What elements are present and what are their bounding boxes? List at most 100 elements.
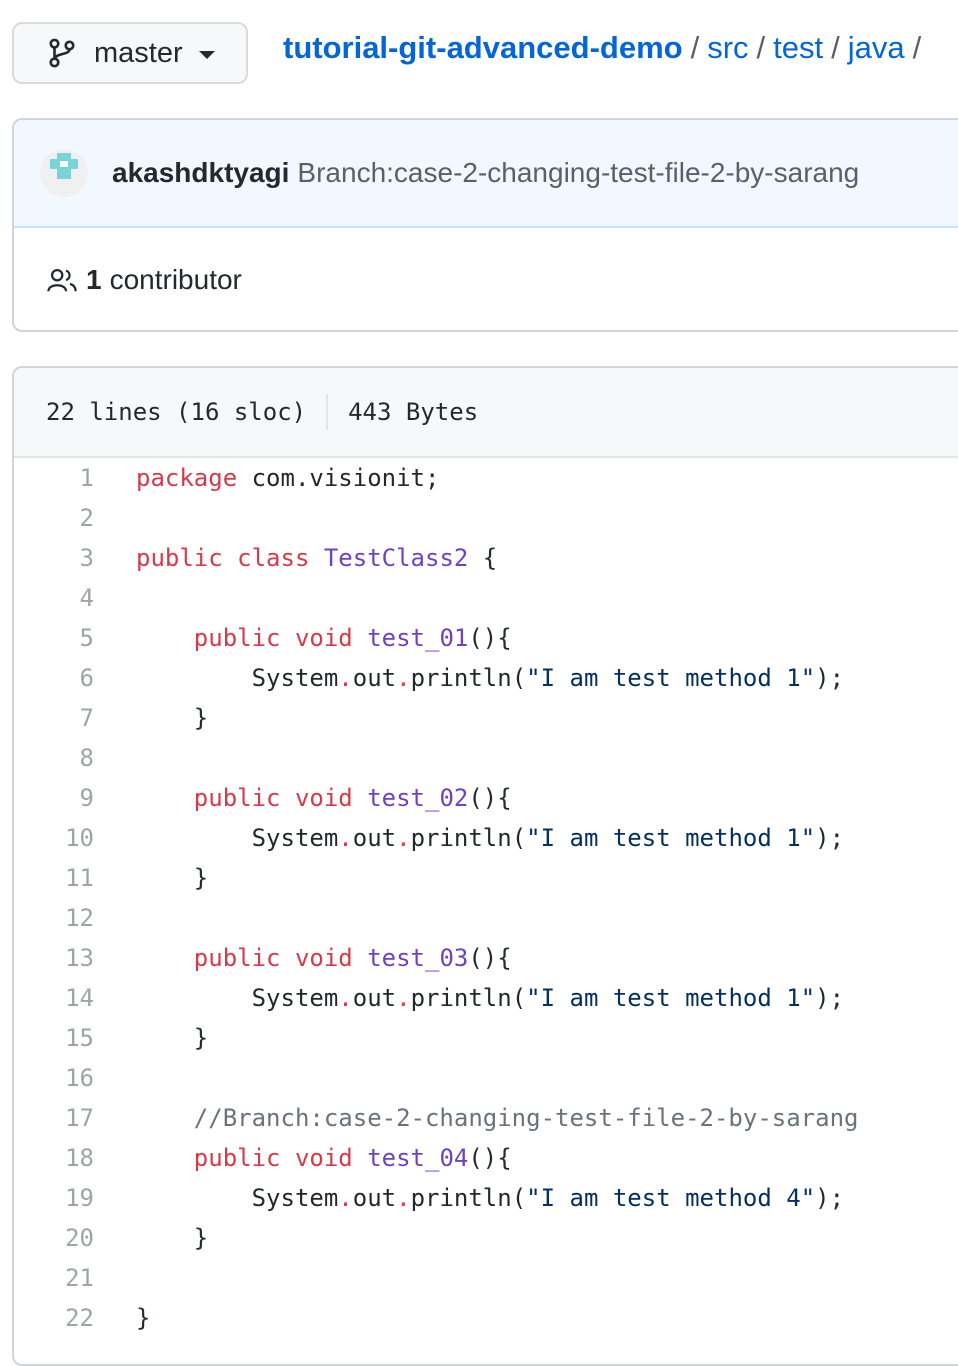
code-text: println(	[410, 664, 527, 692]
branch-label: master	[94, 36, 183, 69]
breadcrumb-link-src[interactable]: src	[707, 30, 748, 65]
chevron-down-icon	[198, 51, 215, 59]
line-number[interactable]: 19	[14, 1178, 136, 1218]
line-number[interactable]: 12	[14, 898, 136, 938]
line-number[interactable]: 9	[14, 778, 136, 818]
code-keyword: public	[193, 944, 281, 972]
line-code: System.out.println("I am test method 1")…	[136, 978, 844, 1018]
code-text: println(	[410, 984, 527, 1012]
line-number[interactable]: 6	[14, 658, 136, 698]
code-line: 7 }	[14, 698, 958, 738]
code-text: }	[136, 1024, 209, 1052]
line-code: System.out.println("I am test method 1")…	[136, 818, 844, 858]
avatar[interactable]	[40, 149, 88, 197]
code-line: 21	[14, 1258, 958, 1298]
breadcrumb-link-test[interactable]: test	[773, 30, 823, 65]
commit-author-link[interactable]: akashdktyagi	[112, 157, 289, 189]
code-text: }	[136, 704, 209, 732]
code-text: (){	[468, 624, 512, 652]
code-text: com.visionit;	[237, 464, 440, 492]
breadcrumb-separator: /	[912, 30, 922, 65]
code-keyword: .	[338, 664, 353, 692]
line-number[interactable]: 11	[14, 858, 136, 898]
code-text: (){	[468, 944, 512, 972]
code-identifier: test_01	[367, 624, 469, 652]
line-number[interactable]: 4	[14, 578, 136, 618]
commit-message-link[interactable]: Branch:case-2-changing-test-file-2-by-sa…	[297, 157, 859, 189]
code-text: (){	[468, 1144, 512, 1172]
breadcrumb-separator: /	[756, 30, 766, 65]
line-number[interactable]: 13	[14, 938, 136, 978]
code-line: 13 public void test_03(){	[14, 938, 958, 978]
line-number[interactable]: 10	[14, 818, 136, 858]
code-keyword: .	[338, 1184, 353, 1212]
breadcrumb-repo-link[interactable]: tutorial-git-advanced-demo	[283, 30, 683, 65]
code-keyword: void	[294, 944, 353, 972]
code-line: 10 System.out.println("I am test method …	[14, 818, 958, 858]
code-keyword: .	[396, 984, 411, 1012]
code-line: 16	[14, 1058, 958, 1098]
code-line: 2	[14, 498, 958, 538]
breadcrumb: tutorial-git-advanced-demo / src / test / java…	[283, 26, 929, 70]
code-line: 4	[14, 578, 958, 618]
contributors-row[interactable]: 1 contributor	[14, 228, 958, 330]
code-text: println(	[410, 1184, 527, 1212]
code-string: "I am test method 1"	[526, 824, 816, 852]
line-number[interactable]: 14	[14, 978, 136, 1018]
code-text: (){	[468, 784, 512, 812]
code-text: );	[815, 984, 845, 1012]
code-keyword: .	[396, 1184, 411, 1212]
line-code: }	[136, 698, 208, 738]
code-text: System	[136, 984, 339, 1012]
line-code: }	[136, 858, 208, 898]
line-number[interactable]: 7	[14, 698, 136, 738]
code-string: "I am test method 4"	[526, 1184, 816, 1212]
code-line: 14 System.out.println("I am test method …	[14, 978, 958, 1018]
line-code: //Branch:case-2-changing-test-file-2-by-…	[136, 1098, 859, 1138]
code-text: System	[136, 664, 339, 692]
line-number[interactable]: 17	[14, 1098, 136, 1138]
line-number[interactable]: 15	[14, 1018, 136, 1058]
line-code: }	[136, 1218, 208, 1258]
code-identifier: TestClass2	[323, 544, 469, 572]
code-line: 3 public class TestClass2 {	[14, 538, 958, 578]
code-text: }	[136, 864, 209, 892]
line-number[interactable]: 2	[14, 498, 136, 538]
branch-select-button[interactable]: master	[12, 22, 248, 84]
latest-commit-box: akashdktyagi Branch:case-2-changing-test…	[12, 118, 958, 332]
code-text: );	[815, 664, 845, 692]
line-number[interactable]: 8	[14, 738, 136, 778]
line-number[interactable]: 22	[14, 1298, 136, 1338]
line-number[interactable]: 16	[14, 1058, 136, 1098]
line-code: }	[136, 1018, 208, 1058]
code-keyword: public	[136, 544, 223, 572]
code-keyword: .	[338, 824, 353, 852]
breadcrumb-link-java[interactable]: java	[848, 30, 905, 65]
breadcrumb-separator: /	[690, 30, 700, 65]
divider	[326, 394, 329, 430]
code-line: 19 System.out.println("I am test method …	[14, 1178, 958, 1218]
code-identifier: test_02	[367, 784, 469, 812]
line-number[interactable]: 1	[14, 458, 136, 498]
line-number[interactable]: 3	[14, 538, 136, 578]
line-code: }	[136, 1298, 150, 1338]
code-keyword: class	[237, 544, 310, 572]
code-identifier: test_03	[367, 944, 469, 972]
code-text: out	[352, 1184, 397, 1212]
code-identifier: test_04	[367, 1144, 469, 1172]
line-number[interactable]: 21	[14, 1258, 136, 1298]
code-keyword: public	[193, 1144, 281, 1172]
line-number[interactable]: 5	[14, 618, 136, 658]
line-number[interactable]: 20	[14, 1218, 136, 1258]
line-number[interactable]: 18	[14, 1138, 136, 1178]
code-line: 20 }	[14, 1218, 958, 1258]
code-keyword: void	[294, 784, 353, 812]
file-info-header: 22 lines (16 sloc) 443 Bytes	[14, 368, 958, 458]
